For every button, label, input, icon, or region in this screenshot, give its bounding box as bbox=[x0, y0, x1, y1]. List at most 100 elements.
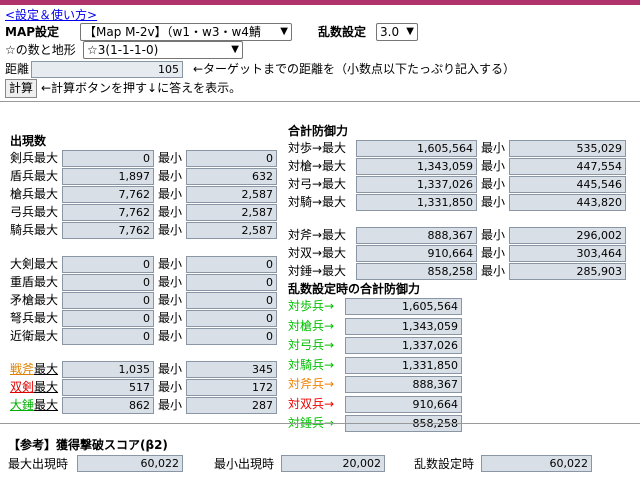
defense-min-label: 最小 bbox=[481, 228, 506, 242]
defense-max-value: 858,258 bbox=[356, 263, 477, 280]
score-rand-value: 60,022 bbox=[481, 455, 592, 472]
appear-min-value: 2,587 bbox=[186, 204, 277, 221]
appear-min-value: 287 bbox=[186, 397, 277, 414]
appear-min-label: 最小 bbox=[158, 293, 183, 307]
distance-input[interactable]: 105 bbox=[31, 61, 183, 78]
terrain-select[interactable]: ☆3(1-1-1-0) ▼ bbox=[83, 41, 243, 59]
rand-defense-value: 1,605,564 bbox=[345, 298, 462, 315]
defense-min-value: 303,464 bbox=[509, 245, 626, 262]
defense-min-label: 最小 bbox=[481, 159, 506, 173]
appear-min-label: 最小 bbox=[158, 329, 183, 343]
appear-min-value: 345 bbox=[186, 361, 277, 378]
defense-title: 合計防御力 bbox=[288, 124, 349, 138]
appear-min-value: 172 bbox=[186, 379, 277, 396]
defense-max-value: 888,367 bbox=[356, 227, 477, 244]
defense-max-value: 1,331,850 bbox=[356, 194, 477, 211]
rand-defense-value: 888,367 bbox=[345, 376, 462, 393]
appear-min-value: 0 bbox=[186, 310, 277, 327]
distance-label: 距離 bbox=[5, 62, 30, 76]
appear-min-value: 0 bbox=[186, 274, 277, 291]
appear-row-suffix: 最大 bbox=[34, 380, 59, 394]
rand-defense-value: 1,337,026 bbox=[345, 337, 462, 354]
defense-row-label: 対双→最大 bbox=[288, 246, 347, 260]
random-select[interactable]: 3.0 ▼ bbox=[376, 23, 418, 41]
appear-row-label: 弓兵最大 bbox=[10, 205, 59, 219]
appear-min-label: 最小 bbox=[158, 362, 183, 376]
chevron-down-icon: ▼ bbox=[280, 26, 288, 37]
appear-min-value: 0 bbox=[186, 150, 277, 167]
defense-min-label: 最小 bbox=[481, 141, 506, 155]
settings-link[interactable]: <設定＆使い方> bbox=[5, 6, 97, 23]
calc-hint: ←計算ボタンを押す↓に答えを表示。 bbox=[41, 81, 242, 95]
appear-min-value: 2,587 bbox=[186, 186, 277, 203]
appear-min-value: 0 bbox=[186, 256, 277, 273]
appear-row-label: 大剣最大 bbox=[10, 257, 59, 271]
defense-max-value: 1,337,026 bbox=[356, 176, 477, 193]
appear-row-label: 矛槍最大 bbox=[10, 293, 59, 307]
appear-row-label: 双剣最大 bbox=[10, 378, 58, 396]
appear-min-label: 最小 bbox=[158, 151, 183, 165]
score-min-value: 20,002 bbox=[281, 455, 385, 472]
divider bbox=[0, 423, 640, 424]
score-min-label: 最小出現時 bbox=[214, 457, 275, 471]
appear-row-suffix: 最大 bbox=[34, 398, 59, 412]
appear-max-value: 517 bbox=[62, 379, 154, 396]
appear-max-value: 0 bbox=[62, 150, 154, 167]
unit-link[interactable]: 戦斧 bbox=[10, 362, 34, 376]
appear-min-label: 最小 bbox=[158, 398, 183, 412]
appear-max-value: 0 bbox=[62, 256, 154, 273]
appear-row-label: 剣兵最大 bbox=[10, 151, 59, 165]
defense-max-value: 1,343,059 bbox=[356, 158, 477, 175]
appear-min-label: 最小 bbox=[158, 275, 183, 289]
appear-min-label: 最小 bbox=[158, 187, 183, 201]
defense-row-label: 対錘→最大 bbox=[288, 264, 347, 278]
appear-min-label: 最小 bbox=[158, 380, 183, 394]
defense-min-label: 最小 bbox=[481, 195, 506, 209]
rand-defense-row-label: 対槍兵→ bbox=[288, 318, 335, 333]
rand-defense-value: 1,343,059 bbox=[345, 317, 462, 335]
appear-min-label: 最小 bbox=[158, 169, 183, 183]
defense-row-label: 対騎→最大 bbox=[288, 195, 347, 209]
defense-row-label: 対斧→最大 bbox=[288, 228, 347, 242]
appear-min-label: 最小 bbox=[158, 205, 183, 219]
map-setting-label: MAP設定 bbox=[5, 25, 60, 39]
map-select[interactable]: 【Map M-2v】（w1・w3・w4鯖 ▼ bbox=[80, 23, 292, 41]
appear-max-value: 7,762 bbox=[62, 222, 154, 239]
rand-defense-row-label: 対弓兵→ bbox=[288, 338, 335, 352]
appear-row-label: 盾兵最大 bbox=[10, 169, 59, 183]
appear-min-value: 2,587 bbox=[186, 222, 277, 239]
chevron-down-icon: ▼ bbox=[406, 26, 414, 37]
divider bbox=[0, 101, 640, 102]
appear-min-value: 632 bbox=[186, 168, 277, 185]
calc-button[interactable]: 計算 bbox=[5, 79, 38, 98]
rand-defense-row-label: 対歩兵→ bbox=[288, 299, 335, 313]
defense-min-value: 285,903 bbox=[509, 263, 626, 280]
appear-row-label: 弩兵最大 bbox=[10, 311, 59, 325]
appear-row-label: 騎兵最大 bbox=[10, 223, 59, 237]
defense-min-label: 最小 bbox=[481, 264, 506, 278]
map-select-value: 【Map M-2v】（w1・w3・w4鯖 bbox=[84, 25, 261, 39]
random-setting-label: 乱数設定 bbox=[318, 25, 367, 39]
defense-min-value: 447,554 bbox=[509, 158, 626, 175]
distance-hint: ←ターゲットまでの距離を（小数点以下たっぷり記入する） bbox=[193, 62, 516, 76]
rand-defense-row-label: 対双兵→ bbox=[288, 396, 335, 411]
appear-row-label: 戦斧最大 bbox=[10, 360, 58, 378]
score-max-value: 60,022 bbox=[77, 455, 183, 472]
rand-defense-row-label: 対斧兵→ bbox=[288, 377, 335, 391]
appear-min-value: 0 bbox=[186, 292, 277, 309]
random-select-value: 3.0 bbox=[380, 25, 400, 39]
defense-max-value: 1,605,564 bbox=[356, 140, 477, 157]
terrain-label: ☆の数と地形 bbox=[5, 43, 76, 57]
appear-min-label: 最小 bbox=[158, 223, 183, 237]
defense-row-label: 対槍→最大 bbox=[288, 159, 347, 173]
unit-link[interactable]: 大錘 bbox=[10, 398, 34, 412]
appear-row-label: 重盾最大 bbox=[10, 275, 59, 289]
defense-min-value: 443,820 bbox=[509, 194, 626, 211]
defense-min-label: 最小 bbox=[481, 177, 506, 191]
appear-min-label: 最小 bbox=[158, 257, 183, 271]
appear-min-label: 最小 bbox=[158, 311, 183, 325]
appear-max-value: 7,762 bbox=[62, 204, 154, 221]
appear-min-value: 0 bbox=[186, 328, 277, 345]
unit-link[interactable]: 双剣 bbox=[10, 380, 34, 394]
defense-row-label: 対弓→最大 bbox=[288, 177, 347, 191]
